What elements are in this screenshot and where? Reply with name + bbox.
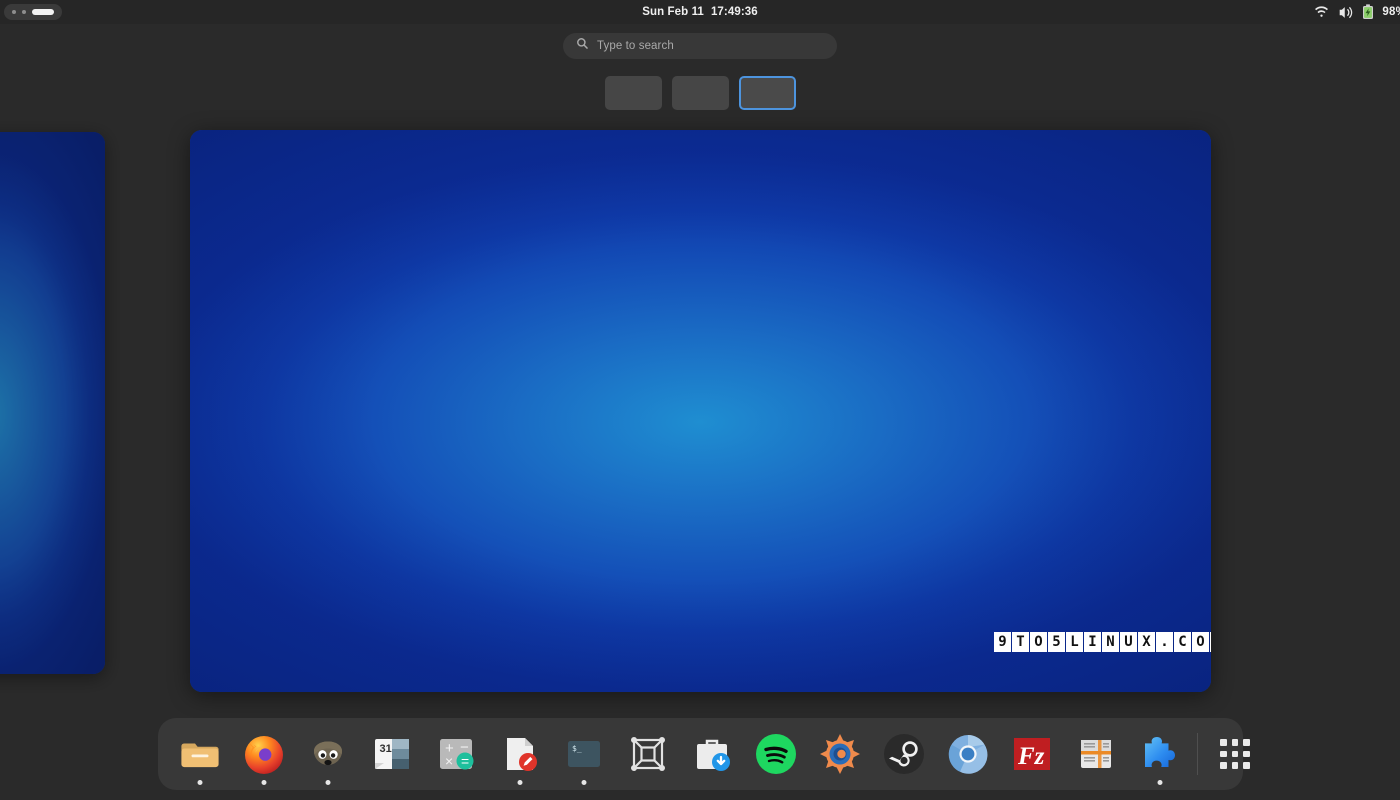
watermark-char: L bbox=[1066, 632, 1083, 652]
gimp-wilber-icon bbox=[304, 730, 352, 778]
running-indicator bbox=[326, 780, 331, 785]
watermark-char: . bbox=[1156, 632, 1173, 652]
dock-item-boxes[interactable] bbox=[616, 722, 680, 786]
dock-item-calculator[interactable]: + − × = bbox=[424, 722, 488, 786]
clock-date: Sun Feb 11 bbox=[642, 6, 704, 18]
search-placeholder: Type to search bbox=[597, 40, 674, 52]
dock-item-extensions[interactable] bbox=[1128, 722, 1192, 786]
workspace-thumbnail-strip bbox=[0, 75, 1400, 111]
boxes-cube-icon bbox=[624, 730, 672, 778]
watermark-char: U bbox=[1120, 632, 1137, 652]
running-indicator bbox=[1158, 780, 1163, 785]
dock-item-terminal[interactable]: $_ bbox=[552, 722, 616, 786]
app-grid-icon bbox=[1220, 739, 1250, 769]
archive-icon bbox=[1072, 730, 1120, 778]
dock-separator bbox=[1197, 733, 1198, 775]
battery-percent-label: 98% bbox=[1382, 6, 1400, 18]
xnview-eye-icon bbox=[816, 730, 864, 778]
running-indicator bbox=[518, 780, 523, 785]
dock-item-software[interactable] bbox=[680, 722, 744, 786]
calculator-icon: + − × = bbox=[432, 730, 480, 778]
search-icon bbox=[576, 37, 589, 55]
dock-item-files[interactable] bbox=[168, 722, 232, 786]
volume-icon bbox=[1338, 5, 1353, 20]
dock-item-filezilla[interactable]: Fz bbox=[1000, 722, 1064, 786]
workspace-area: 9TO5LINUX.COM bbox=[0, 118, 1400, 708]
watermark-char: M bbox=[1210, 632, 1211, 652]
svg-text:Fz: Fz bbox=[1017, 743, 1045, 770]
dock-item-archive-manager[interactable] bbox=[1064, 722, 1128, 786]
search-input[interactable]: Type to search bbox=[563, 33, 837, 59]
watermark-9to5linux: 9TO5LINUX.COM bbox=[994, 632, 1211, 652]
running-indicator bbox=[198, 780, 203, 785]
svg-text:×: × bbox=[445, 753, 453, 769]
watermark-char: O bbox=[1192, 632, 1209, 652]
dock-item-spotify[interactable] bbox=[744, 722, 808, 786]
terminal-icon: $_ bbox=[560, 730, 608, 778]
wallpaper-previous bbox=[0, 132, 105, 674]
svg-text:=: = bbox=[461, 753, 469, 769]
chromium-icon bbox=[944, 730, 992, 778]
workspace-thumbnail-3-selected[interactable] bbox=[739, 76, 796, 110]
show-applications-button[interactable] bbox=[1203, 722, 1267, 786]
watermark-char: C bbox=[1174, 632, 1191, 652]
watermark-char: 5 bbox=[1048, 632, 1065, 652]
firefox-icon bbox=[240, 730, 288, 778]
text-editor-icon bbox=[496, 730, 544, 778]
watermark-char: X bbox=[1138, 632, 1155, 652]
steam-icon bbox=[880, 730, 928, 778]
wallpaper-current bbox=[190, 130, 1211, 692]
puzzle-piece-icon bbox=[1136, 730, 1184, 778]
workspace-thumbnail-2[interactable] bbox=[672, 76, 729, 110]
dock-item-chromium[interactable] bbox=[936, 722, 1000, 786]
wifi-icon bbox=[1314, 5, 1329, 20]
dock-item-xnview[interactable] bbox=[808, 722, 872, 786]
dock-item-text-editor[interactable] bbox=[488, 722, 552, 786]
workspace-preview-current[interactable]: 9TO5LINUX.COM bbox=[190, 130, 1211, 692]
spotify-icon bbox=[752, 730, 800, 778]
system-status-area[interactable]: 98% bbox=[1314, 0, 1400, 24]
clock-time: 17:49:36 bbox=[711, 6, 758, 18]
watermark-char: I bbox=[1084, 632, 1101, 652]
watermark-char: N bbox=[1102, 632, 1119, 652]
clock-button[interactable]: Sun Feb 11 17:49:36 bbox=[0, 0, 1400, 24]
watermark-char: T bbox=[1012, 632, 1029, 652]
dock-item-gimp[interactable] bbox=[296, 722, 360, 786]
filezilla-icon: Fz bbox=[1008, 730, 1056, 778]
svg-text:31: 31 bbox=[380, 743, 392, 755]
svg-text:$_: $_ bbox=[572, 744, 582, 753]
watermark-char: O bbox=[1030, 632, 1047, 652]
running-indicator bbox=[582, 780, 587, 785]
dash-dock: 31 + − × = bbox=[158, 718, 1243, 790]
dock-item-firefox[interactable] bbox=[232, 722, 296, 786]
running-indicator bbox=[262, 780, 267, 785]
watermark-char: 9 bbox=[994, 632, 1011, 652]
top-panel: Sun Feb 11 17:49:36 bbox=[0, 0, 1400, 24]
workspace-preview-previous[interactable] bbox=[0, 132, 105, 674]
workspace-thumbnail-1[interactable] bbox=[605, 76, 662, 110]
dock-item-calendar[interactable]: 31 bbox=[360, 722, 424, 786]
software-bag-icon bbox=[688, 730, 736, 778]
folder-icon bbox=[176, 730, 224, 778]
calendar-31-icon: 31 bbox=[368, 730, 416, 778]
battery-charging-icon bbox=[1362, 4, 1374, 20]
dock-item-steam[interactable] bbox=[872, 722, 936, 786]
